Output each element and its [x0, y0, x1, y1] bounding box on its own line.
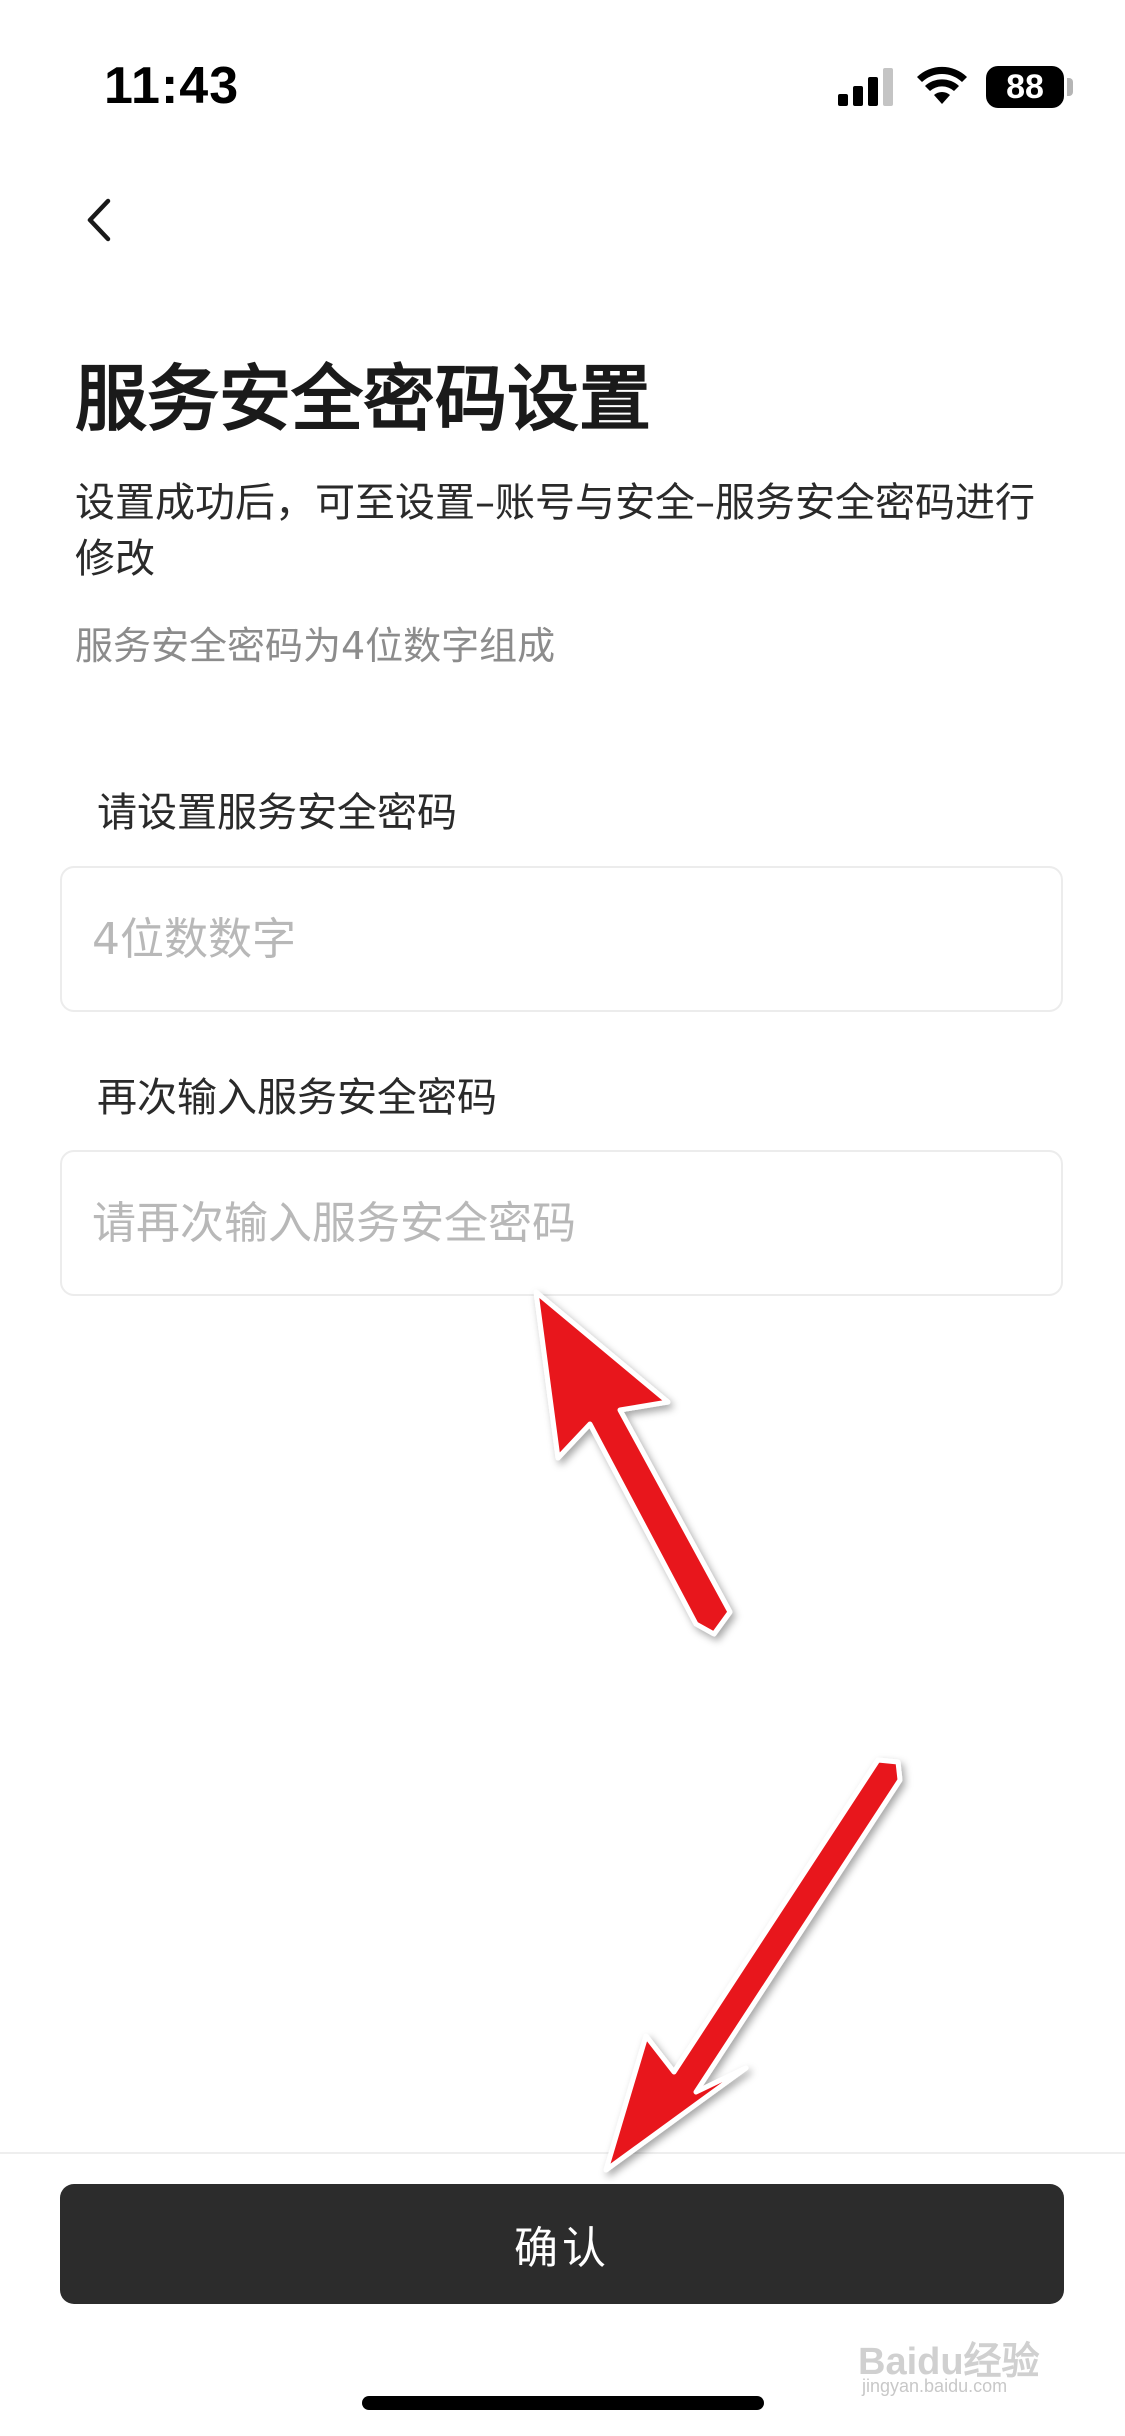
confirm-button[interactable]: 确认 [60, 2184, 1064, 2304]
battery-cap [1067, 78, 1073, 96]
page-title: 服务安全密码设置 [75, 357, 652, 441]
page-description: 设置成功后，可至设置–账号与安全–服务安全密码进行修改 [75, 480, 1035, 582]
status-bar: 11:43 88 [0, 0, 1125, 150]
set-password-field[interactable] [60, 866, 1063, 1012]
battery-icon: 88 [986, 66, 1064, 108]
arrow-icon-lower [603, 1757, 903, 2173]
set-password-input[interactable] [62, 868, 1061, 1010]
status-time: 11:43 [104, 57, 240, 115]
chevron-left-icon [87, 198, 111, 242]
confirm-password-field[interactable] [60, 1150, 1063, 1296]
back-button[interactable] [60, 180, 140, 260]
set-password-label: 请设置服务安全密码 [97, 790, 457, 836]
baidu-watermark: Baidu经验 jingyan.baidu.com [858, 2330, 1068, 2410]
signal-icon [838, 68, 893, 106]
footer-divider [0, 2152, 1125, 2154]
confirm-password-label: 再次输入服务安全密码 [97, 1075, 497, 1121]
confirm-password-input[interactable] [62, 1152, 1061, 1294]
battery-level: 88 [1006, 68, 1044, 106]
watermark-subtext: jingyan.baidu.com [862, 2376, 1008, 2396]
arrow-icon-upper [533, 1289, 733, 1637]
password-hint: 服务安全密码为4位数字组成 [75, 624, 556, 668]
home-indicator [362, 2396, 764, 2410]
wifi-icon [917, 66, 967, 104]
